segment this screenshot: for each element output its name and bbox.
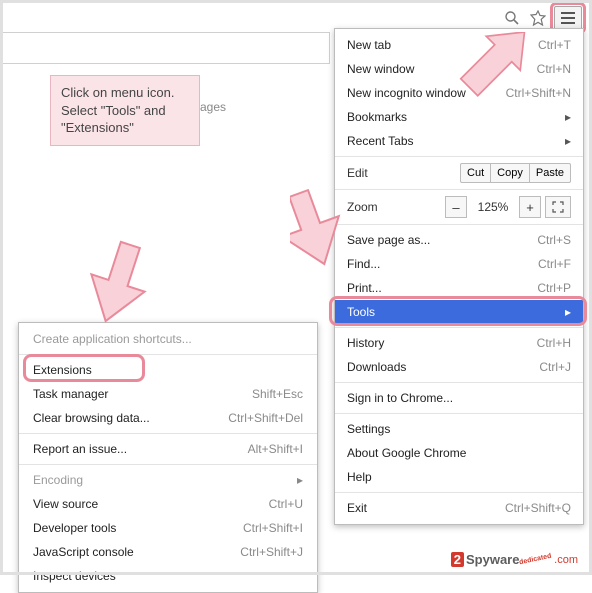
submenu-task-manager[interactable]: Task managerShift+Esc (19, 382, 317, 406)
submenu-report-issue[interactable]: Report an issue...Alt+Shift+I (19, 437, 317, 461)
menu-separator (335, 382, 583, 383)
submenu-create-shortcuts[interactable]: Create application shortcuts... (19, 327, 317, 351)
watermark-badge: 2 (451, 552, 464, 567)
watermark-com: .com (554, 554, 578, 566)
fullscreen-button[interactable] (545, 196, 571, 218)
menu-separator (335, 189, 583, 190)
menu-help[interactable]: Help (335, 465, 583, 489)
menu-separator (335, 413, 583, 414)
submenu-dev-tools[interactable]: Developer toolsCtrl+Shift+I (19, 516, 317, 540)
zoom-value: 125% (471, 200, 515, 214)
watermark-name: Spyware (466, 552, 519, 567)
edit-button-group: Cut Copy Paste (460, 163, 571, 183)
paste-button[interactable]: Paste (529, 163, 571, 183)
submenu-js-console[interactable]: JavaScript consoleCtrl+Shift+J (19, 540, 317, 564)
menu-separator (335, 492, 583, 493)
menu-separator (335, 224, 583, 225)
menu-separator (19, 433, 317, 434)
star-icon[interactable] (528, 8, 548, 28)
menu-settings[interactable]: Settings (335, 417, 583, 441)
menu-edit-row: Edit Cut Copy Paste (335, 160, 583, 186)
menu-find[interactable]: Find...Ctrl+F (335, 252, 583, 276)
zoom-icon[interactable] (502, 8, 522, 28)
menu-history[interactable]: HistoryCtrl+H (335, 331, 583, 355)
menu-signin[interactable]: Sign in to Chrome... (335, 386, 583, 410)
watermark: 2 Spyware dedicated .com (451, 552, 578, 567)
tools-submenu: Create application shortcuts... Extensio… (18, 322, 318, 593)
zoom-out-button[interactable]: – (445, 196, 467, 218)
menu-separator (335, 327, 583, 328)
tools-highlight-frame (329, 296, 587, 326)
watermark-dedicated: dedicated (519, 553, 552, 567)
menu-exit[interactable]: ExitCtrl+Shift+Q (335, 496, 583, 520)
cut-button[interactable]: Cut (460, 163, 491, 183)
menu-bookmarks[interactable]: Bookmarks (335, 105, 583, 129)
submenu-inspect-devices[interactable]: Inspect devices (19, 564, 317, 588)
menu-separator (335, 156, 583, 157)
menu-zoom-row: Zoom – 125% + (335, 193, 583, 221)
background-text-fragment: ages (200, 100, 226, 114)
submenu-encoding[interactable]: Encoding (19, 468, 317, 492)
menu-about[interactable]: About Google Chrome (335, 441, 583, 465)
submenu-view-source[interactable]: View sourceCtrl+U (19, 492, 317, 516)
main-menu: New tabCtrl+T New windowCtrl+N New incog… (334, 28, 584, 525)
menu-separator (19, 464, 317, 465)
arrow-to-tools (290, 178, 360, 268)
copy-button[interactable]: Copy (490, 163, 530, 183)
extensions-highlight-frame (23, 354, 145, 382)
arrow-to-menu-icon (448, 32, 538, 102)
submenu-clear-data[interactable]: Clear browsing data...Ctrl+Shift+Del (19, 406, 317, 430)
menu-save-page[interactable]: Save page as...Ctrl+S (335, 228, 583, 252)
menu-downloads[interactable]: DownloadsCtrl+J (335, 355, 583, 379)
arrow-to-extensions (88, 238, 158, 328)
tab-bar-fragment (0, 32, 330, 64)
zoom-in-button[interactable]: + (519, 196, 541, 218)
instruction-callout: Click on menu icon. Select "Tools" and "… (50, 75, 200, 146)
menu-recent-tabs[interactable]: Recent Tabs (335, 129, 583, 153)
